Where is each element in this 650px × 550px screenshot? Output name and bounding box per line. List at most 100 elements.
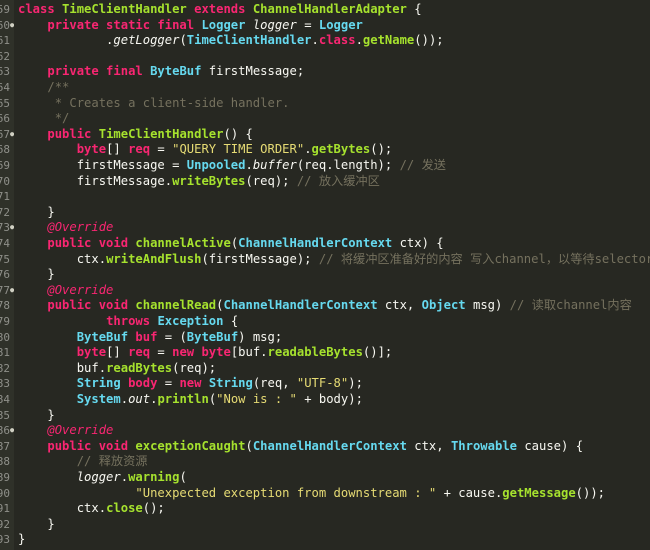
line-number: 79 [0,315,10,328]
code-line[interactable]: class TimeClientHandler extends ChannelH… [18,2,422,18]
code-line[interactable]: // 释放资源 [18,454,148,470]
line-number: 70 [0,174,10,188]
code-token: out [128,392,151,406]
code-token: public void [47,236,136,250]
code-line[interactable]: } [18,532,25,548]
code-token: Object [421,298,466,313]
code-line[interactable]: @Override [18,423,113,439]
code-token: . [18,33,114,48]
code-token: channelRead [135,298,217,313]
code-token: Exception [157,314,224,328]
code-line[interactable]: */ [18,111,70,127]
code-line[interactable]: String body = new String(req, "UTF-8"); [18,376,363,392]
code-line[interactable]: public TimeClientHandler() { [18,126,252,143]
code-token: Throwable [450,438,517,453]
code-token: ctx) { [392,236,444,250]
code-line[interactable]: private static final Logger logger = Log… [18,18,363,34]
code-line[interactable]: ctx.close(); [18,501,165,517]
code-line[interactable]: firstMessage = Unpooled.buffer(req.lengt… [18,158,446,174]
code-line[interactable]: public void exceptionCaught(ChannelHandl… [18,439,583,455]
code-line[interactable]: private final ByteBuf firstMessage; [18,64,304,80]
code-token: ( [179,470,187,484]
code-line[interactable]: @Override [18,283,113,299]
line-number: 90 [0,486,10,500]
code-token: cause) { [517,438,584,453]
code-token: } [18,204,55,219]
code-token: (firstMessage); [201,251,319,266]
line-number: 80 [0,330,10,344]
code-token: . [120,392,129,406]
code-token: getLogger [113,33,180,48]
code-token: /** [47,80,70,94]
code-line[interactable]: } [18,267,55,283]
code-token: public void [47,438,136,453]
code-token: readableBytes [267,345,363,360]
code-token: getBytes [311,142,371,157]
code-line[interactable]: public void channelActive(ChannelHandler… [18,236,444,252]
code-line[interactable]: System.out.println("Now is : " + body); [18,392,363,408]
code-line[interactable]: @Override [18,220,113,236]
code-token: String [208,376,253,391]
line-number: 59 [0,3,10,16]
code-token: TimeClientHandler [98,126,224,141]
line-number: 63 [0,65,10,79]
code-line[interactable]: logger.warning( [18,470,187,486]
code-line[interactable]: throws Exception { [18,314,238,330]
line-number: 87 [0,439,10,453]
code-line[interactable]: ctx.writeAndFlush(firstMessage); // 将缓冲区… [18,252,650,268]
code-token: ChannelHandlerContext [238,236,393,250]
code-line[interactable]: byte[] req = new byte[buf.readableBytes(… [18,345,393,361]
code-token: public void [47,298,136,313]
code-token: // 读取channel内容 [509,298,632,313]
line-number: 71 [0,190,10,204]
code-line[interactable]: public void channelRead(ChannelHandlerCo… [18,298,632,314]
code-token: warning [128,470,180,484]
fold-marker-icon[interactable]: ● [10,283,14,299]
code-token: extends [194,2,253,16]
fold-marker-icon[interactable]: ● [10,423,14,439]
code-token: writeAndFlush [106,251,202,266]
fold-marker-icon[interactable]: ● [10,220,14,236]
code-line[interactable]: /** [18,80,69,96]
code-editor[interactable]: 59 60 61 62 63 64 65 66 67 68 69 70 71 72 73 74 75 76 77 78… [0,0,650,550]
code-token: close [106,501,143,516]
code-token: writeBytes [172,173,246,188]
code-token: ( [245,438,253,453]
code-line[interactable]: "Unexpected exception from downstream : … [18,486,605,502]
line-number: 82 [0,361,10,375]
code-line[interactable]: firstMessage.writeBytes(req); // 放入缓冲区 [18,174,380,190]
code-line[interactable]: byte[] req = "QUERY TIME ORDER".getBytes… [18,142,393,158]
code-token: } [18,516,55,531]
code-area[interactable]: class TimeClientHandler extends ChannelH… [18,0,650,550]
code-token: + cause. [436,485,503,500]
code-line[interactable]: * Creates a client-side handler. [18,96,290,112]
line-number: 85 [0,408,10,422]
code-token: } [18,267,55,282]
code-line[interactable]: .getLogger(TimeClientHandler.class.getNa… [18,33,444,49]
code-token: private static final [47,17,202,32]
fold-marker-icon[interactable]: ● [10,18,14,34]
code-line[interactable]: ByteBuf buf = (ByteBuf) msg; [18,330,283,346]
code-token: exceptionCaught [135,438,246,453]
fold-marker-icon[interactable]: ● [10,127,14,143]
line-number: 62 [0,49,10,63]
code-token: . [311,33,319,48]
code-token: logger [76,470,121,484]
code-line[interactable]: } [18,204,55,221]
code-token: (req.length); [296,158,400,172]
code-token: } [18,532,26,547]
code-token: Logger [318,17,363,32]
code-line[interactable]: buf.readBytes(req); [18,361,216,377]
code-token: firstMessage. [18,173,173,188]
code-token: ByteBuf [150,64,209,79]
code-line[interactable]: } [18,408,54,424]
line-number: 64 [0,81,10,94]
code-line[interactable]: } [18,516,55,533]
